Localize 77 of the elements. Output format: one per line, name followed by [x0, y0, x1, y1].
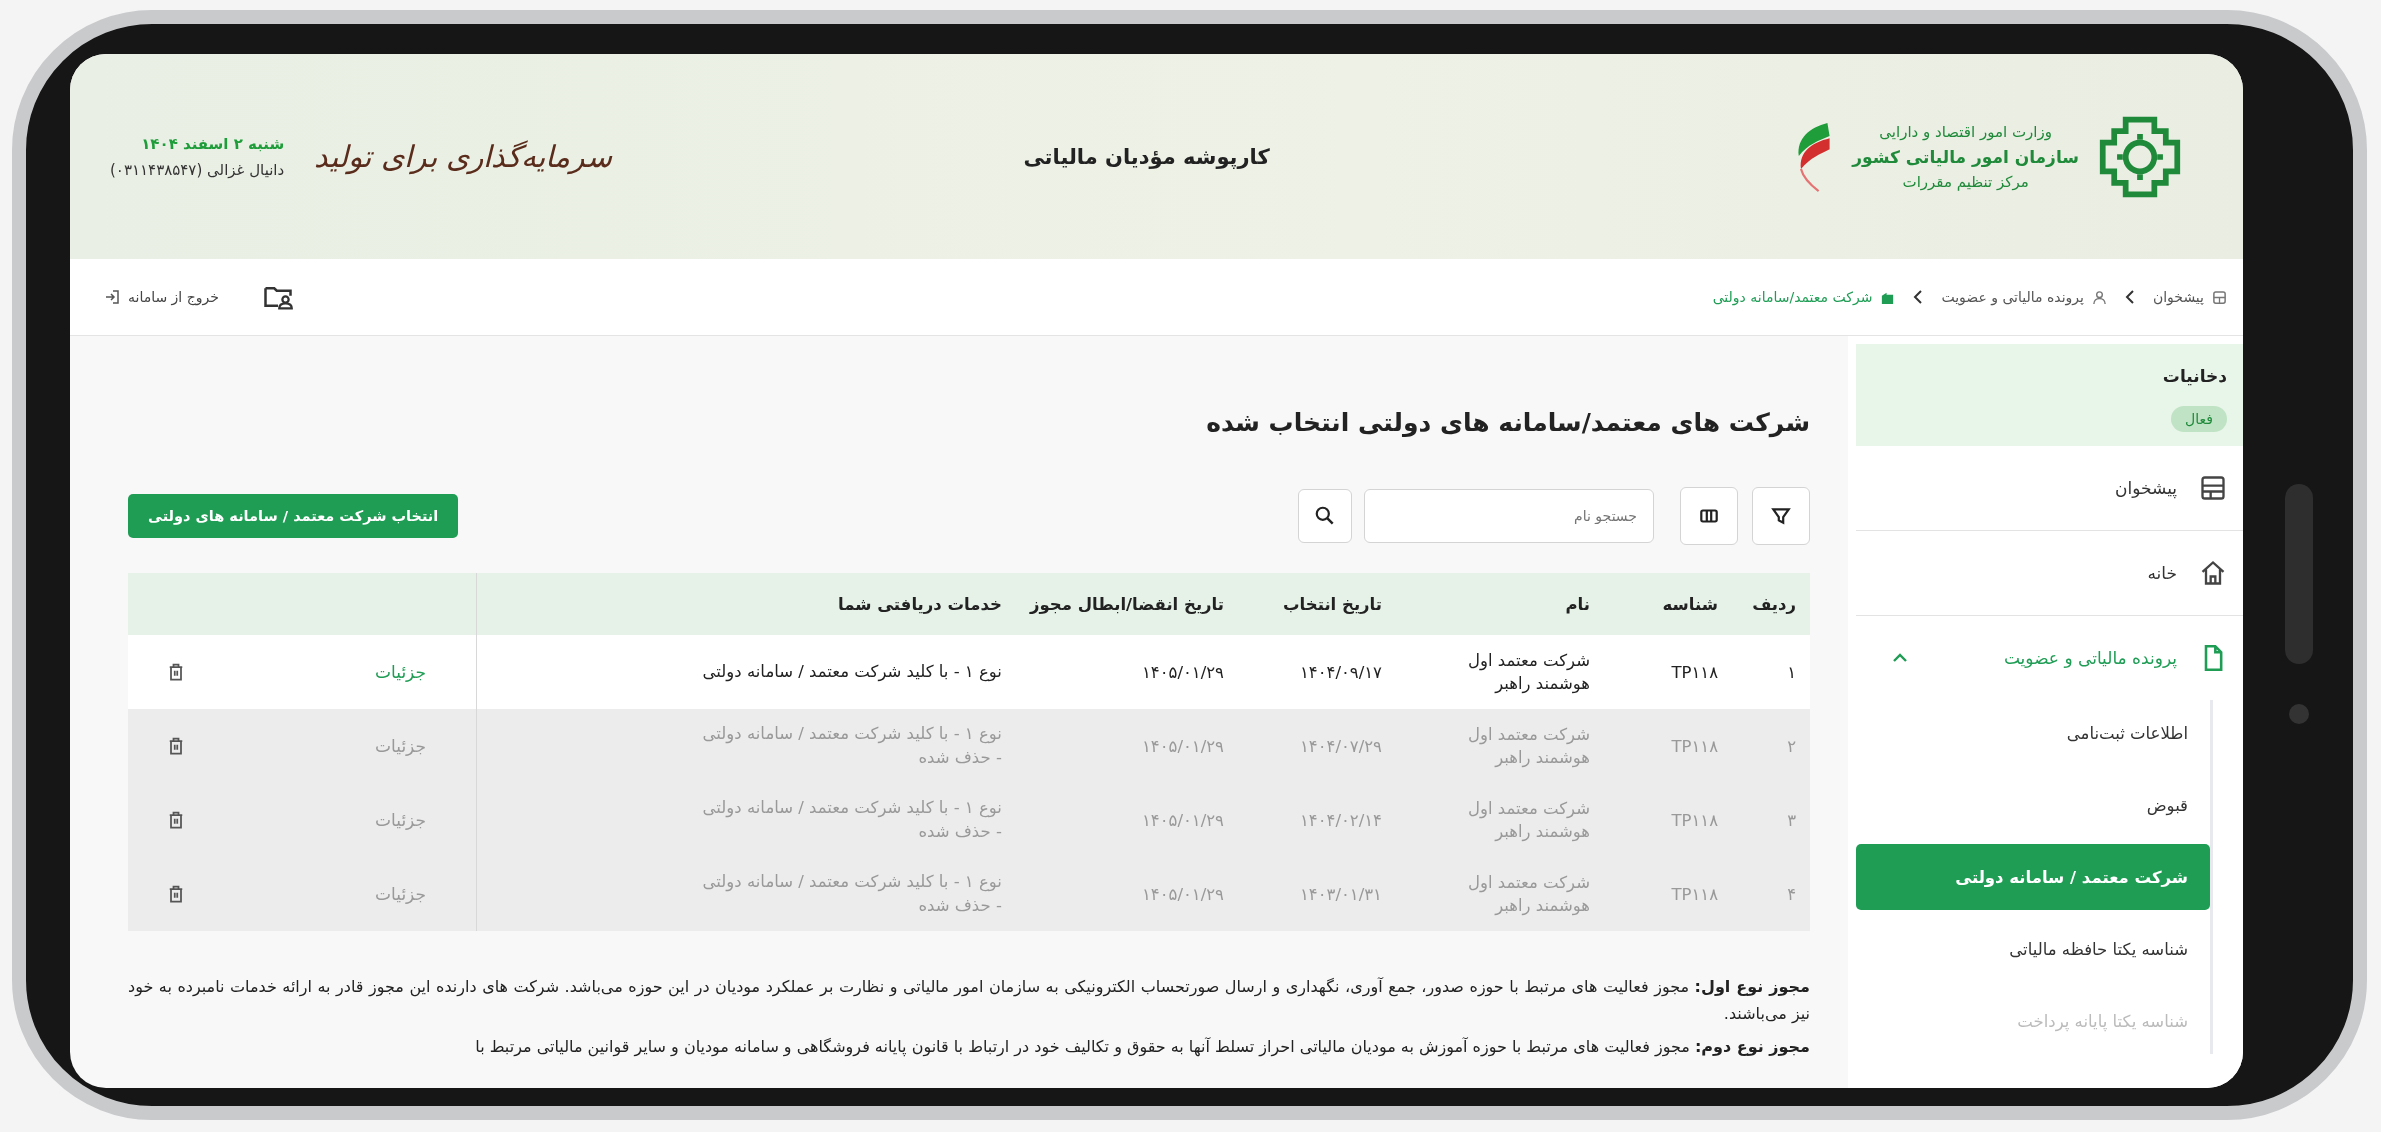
breadcrumb-link[interactable]: پیشخوان: [2152, 289, 2204, 305]
table-cell-text: شرکت معتمد اول هوشمند راهبر: [1467, 797, 1590, 844]
column-header: ردیف: [1752, 594, 1796, 614]
ministry-name: وزارت امور اقتصاد و دارایی: [1879, 122, 2052, 141]
user-name: دانیال غزالی (۰۳۱۱۴۳۸۵۴۷): [110, 160, 285, 179]
submenu-item[interactable]: شرکت معتمد / سامانه دولتی: [1856, 844, 2210, 910]
home-icon: [2199, 559, 2227, 587]
logout-button[interactable]: خروج از سامانه: [100, 285, 223, 309]
details-link[interactable]: جزئیات: [375, 662, 426, 682]
row-number: ۳: [1787, 810, 1796, 830]
table-cell-text: شرکت معتمد اول هوشمند راهبر: [1467, 871, 1590, 918]
deleted-note: - حذف شده: [917, 747, 1002, 769]
filter-icon: [1770, 505, 1792, 527]
column-header: نام: [1565, 594, 1590, 614]
chevron-icon: [2124, 289, 2135, 305]
row-number: ۲: [1787, 736, 1796, 756]
column-header: تاریخ انتخاب: [1283, 594, 1382, 614]
table-cell: ۱۴۰۴/۰۹/۱۷: [1299, 662, 1382, 682]
table-cell: TP۱۱۸: [1671, 810, 1718, 830]
table-cell: ۱۴۰۳/۰۱/۳۱: [1299, 884, 1382, 904]
center-name: مرکز تنظیم مقررات: [1902, 172, 2029, 191]
table-cell: ۱۴۰۵/۰۱/۲۹: [1141, 736, 1224, 756]
column-header: تاریخ انقضا/ابطال مجوز: [1029, 594, 1224, 614]
table-cell: ۱۴۰۴/۰۷/۲۹: [1299, 736, 1382, 756]
date-text: شنبه ۲ اسفند ۱۴۰۴: [140, 134, 285, 153]
breadcrumb-link[interactable]: شرکت معتمد/سامانه دولتی: [1712, 289, 1873, 305]
deleted-note: - حذف شده: [917, 821, 1002, 843]
organization-name: سازمان امور مالیاتی کشور: [1852, 146, 2079, 167]
column-header: شناسه: [1662, 594, 1718, 614]
deleted-note: - حذف شده: [917, 895, 1002, 917]
search-field[interactable]: جستجو نام: [1364, 489, 1654, 543]
submenu-item[interactable]: قبوض: [1856, 772, 2210, 838]
account-name: دخانیات: [2162, 366, 2227, 386]
breadcrumb-link[interactable]: پرونده مالیاتی و عضویت: [1941, 289, 2084, 305]
add-company-button[interactable]: انتخاب شرکت معتمد / سامانه های دولتی: [128, 494, 459, 538]
status-badge: فعال: [2171, 406, 2227, 432]
camera-icon: [2289, 704, 2309, 724]
row-number: ۱: [1787, 662, 1796, 682]
search-icon: [1314, 505, 1336, 527]
details-link[interactable]: جزئیات: [375, 736, 426, 756]
table-cell-text: شرکت معتمد اول هوشمند راهبر: [1467, 723, 1590, 770]
folder-user-icon[interactable]: [262, 284, 293, 310]
license-description: مجوز نوع اول: مجوز فعالیت های مرتبط با حوزه صدور، جمع آوری، نگهداری و ارسال صورتحساب الکترونیکی به سازمان امور مالیاتی و نظارت بر عملکرد مودیان در این حوزه می‌باشد. شرکت های دارنده این مجوز قادر به ارائه خدمات نامبرده به خود نیز می‌باشند.: [128, 976, 1810, 1026]
table-cell-text: نوع ۱ - با کلید شرکت معتمد / سامانه دولتی: [701, 661, 1002, 684]
table-cell-text: نوع ۱ - با کلید شرکت معتمد / سامانه دولتی: [701, 723, 1002, 746]
user-icon: [2091, 289, 2107, 305]
table-cell: TP۱۱۸: [1671, 884, 1718, 904]
app-title: کارپوشه مؤدیان مالیاتی: [1023, 144, 1270, 169]
table-cell: TP۱۱۸: [1671, 662, 1718, 682]
columns-button[interactable]: [1680, 487, 1738, 545]
table-cell: ۱۴۰۵/۰۱/۲۹: [1141, 810, 1224, 830]
table-cell: ۱۴۰۴/۰۲/۱۴: [1299, 810, 1382, 830]
details-link[interactable]: جزئیات: [375, 884, 426, 904]
table-cell: TP۱۱۸: [1671, 736, 1718, 756]
column-header: خدمات دریافتی شما: [837, 594, 1002, 614]
chevron-icon: [1913, 289, 1924, 305]
filter-button[interactable]: [1752, 487, 1810, 545]
chevron-icon: [1892, 653, 1908, 663]
table-cell: ۱۴۰۵/۰۱/۲۹: [1141, 662, 1224, 682]
table-cell-text: نوع ۱ - با کلید شرکت معتمد / سامانه دولتی: [701, 797, 1002, 820]
submenu-item[interactable]: شناسه یکتا حافظه مالیاتی: [1856, 916, 2210, 982]
menu-item[interactable]: پیشخوان: [1856, 446, 2243, 531]
table-cell-text: نوع ۱ - با کلید شرکت معتمد / سامانه دولتی: [701, 871, 1002, 894]
submenu-item[interactable]: اطلاعات ثبت‌نامی: [1856, 700, 2210, 766]
menu-item[interactable]: خانه: [1856, 531, 2243, 616]
dashboard-icon: [2199, 474, 2227, 502]
logout-icon: [104, 289, 120, 305]
row-number: ۴: [1787, 884, 1796, 904]
search-button[interactable]: [1298, 489, 1352, 543]
table-cell-text: شرکت معتمد اول هوشمند راهبر: [1467, 649, 1590, 696]
menu-item[interactable]: پرونده مالیاتی و عضویت: [1856, 616, 2243, 700]
page-title: شرکت های معتمد/سامانه های دولتی انتخاب شده: [1205, 408, 1810, 437]
table-cell: ۱۴۰۵/۰۱/۲۹: [1141, 884, 1224, 904]
dashboard-icon: [2212, 289, 2227, 305]
slogan-text: سرمایه‌گذاری برای تولید: [314, 139, 613, 174]
license-description: مجوز نوع دوم: مجوز فعالیت های مرتبط با حوزه آموزش به مودیان مالیاتی احراز تسلط آنها به حقوق و تکالیف خود در ارتباط با قانون پایانه فروشگاهی و سامانه مودیان و سایر قوانین مالیاتی مرتبط با: [474, 1036, 1810, 1059]
details-link[interactable]: جزئیات: [375, 810, 426, 830]
